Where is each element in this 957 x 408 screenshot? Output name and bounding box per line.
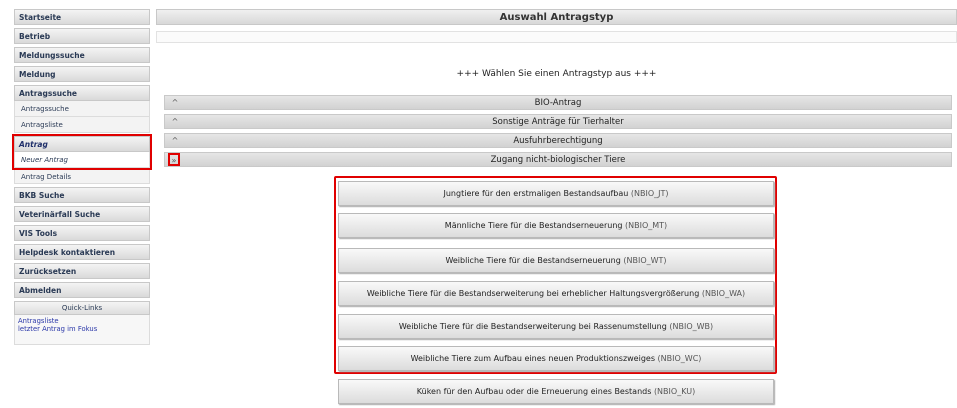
- option-nbio-wa[interactable]: Weibliche Tiere für die Bestandserweiter…: [338, 281, 774, 306]
- category-bio-antrag[interactable]: ^ BIO-Antrag: [164, 95, 952, 110]
- subnav-antrag-details[interactable]: Antrag Details: [14, 168, 150, 184]
- option-code: (NBIO_JT): [630, 189, 669, 198]
- nav-betrieb[interactable]: Betrieb: [14, 28, 150, 44]
- nav-group-antrag: Antrag Neuer Antrag: [12, 134, 152, 170]
- quick-links-header: Quick-Links: [14, 301, 150, 315]
- nav-antragssuche[interactable]: Antragssuche: [14, 85, 150, 101]
- nav-meldungssuche[interactable]: Meldungssuche: [14, 47, 150, 63]
- category-sonstige-antraege[interactable]: ^ Sonstige Anträge für Tierhalter: [164, 114, 952, 129]
- info-bar: [156, 31, 957, 43]
- quick-link-antragsliste[interactable]: Antragsliste: [18, 317, 146, 325]
- category-label: BIO-Antrag: [534, 98, 582, 108]
- option-code: (NBIO_WT): [623, 256, 667, 265]
- nav-helpdesk[interactable]: Helpdesk kontaktieren: [14, 244, 150, 260]
- category-label: Ausfuhrberechtigung: [513, 136, 603, 146]
- chevron-up-icon[interactable]: ^: [169, 116, 181, 127]
- nav-veterinaerfall-suche[interactable]: Veterinärfall Suche: [14, 206, 150, 222]
- option-label: Weibliche Tiere zum Aufbau eines neuen P…: [410, 354, 655, 363]
- option-nbio-mt[interactable]: Männliche Tiere für die Bestandserneueru…: [338, 213, 774, 238]
- category-ausfuhrberechtigung[interactable]: ^ Ausfuhrberechtigung: [164, 133, 952, 148]
- option-code: (NBIO_KU): [653, 387, 696, 396]
- option-label: Männliche Tiere für die Bestandserneueru…: [444, 221, 623, 230]
- nav-vis-tools[interactable]: VIS Tools: [14, 225, 150, 241]
- quick-links-panel: Antragsliste letzter Antrag im Fokus: [14, 315, 150, 345]
- option-nbio-ku[interactable]: Küken für den Aufbau oder die Erneuerung…: [338, 379, 774, 404]
- option-label: Weibliche Tiere für die Bestandserneueru…: [445, 256, 621, 265]
- subnav-antragssuche[interactable]: Antragssuche: [14, 101, 150, 117]
- option-nbio-wc[interactable]: Weibliche Tiere zum Aufbau eines neuen P…: [338, 346, 774, 371]
- chevron-up-icon[interactable]: ^: [169, 135, 181, 146]
- nav-abmelden[interactable]: Abmelden: [14, 282, 150, 298]
- chevron-up-icon[interactable]: ^: [169, 97, 181, 108]
- quick-link-letzter-antrag[interactable]: letzter Antrag im Fokus: [18, 325, 146, 333]
- nav-startseite[interactable]: Startseite: [14, 9, 150, 25]
- category-label: Sonstige Anträge für Tierhalter: [492, 117, 624, 127]
- chevron-down-icon[interactable]: »: [168, 153, 180, 166]
- nav-zuruecksetzen[interactable]: Zurücksetzen: [14, 263, 150, 279]
- nav-antrag[interactable]: Antrag: [14, 136, 150, 152]
- option-code: (NBIO_WB): [669, 322, 714, 331]
- nav-group-antragssuche: Antragssuche Antragssuche Antragsliste: [14, 85, 150, 133]
- page-title: Auswahl Antragstyp: [156, 9, 957, 25]
- option-label: Weibliche Tiere für die Bestandserweiter…: [366, 289, 700, 298]
- main-content: Auswahl Antragstyp +++ Wählen Sie einen …: [156, 9, 957, 408]
- category-zugang-nicht-biologisch[interactable]: » Zugang nicht-biologischer Tiere: [164, 152, 952, 167]
- instruction-text: +++ Wählen Sie einen Antragstyp aus +++: [456, 69, 657, 79]
- option-code: (NBIO_WA): [701, 289, 746, 298]
- option-nbio-jt[interactable]: Jungtiere für den erstmaligen Bestandsau…: [338, 181, 774, 206]
- category-label: Zugang nicht-biologischer Tiere: [490, 155, 626, 165]
- option-label: Küken für den Aufbau oder die Erneuerung…: [416, 387, 652, 396]
- option-code: (NBIO_WC): [657, 354, 702, 363]
- sidebar: Startseite Betrieb Meldungssuche Meldung…: [12, 9, 152, 345]
- option-label: Weibliche Tiere für die Bestandserweiter…: [398, 322, 667, 331]
- option-label: Jungtiere für den erstmaligen Bestandsau…: [443, 189, 629, 198]
- subnav-neuer-antrag[interactable]: Neuer Antrag: [14, 152, 150, 168]
- nav-meldung[interactable]: Meldung: [14, 66, 150, 82]
- option-nbio-wt[interactable]: Weibliche Tiere für die Bestandserneueru…: [338, 248, 774, 273]
- option-nbio-wb[interactable]: Weibliche Tiere für die Bestandserweiter…: [338, 314, 774, 339]
- subnav-antragsliste[interactable]: Antragsliste: [14, 117, 150, 133]
- option-code: (NBIO_MT): [625, 221, 668, 230]
- nav-bkb-suche[interactable]: BKB Suche: [14, 187, 150, 203]
